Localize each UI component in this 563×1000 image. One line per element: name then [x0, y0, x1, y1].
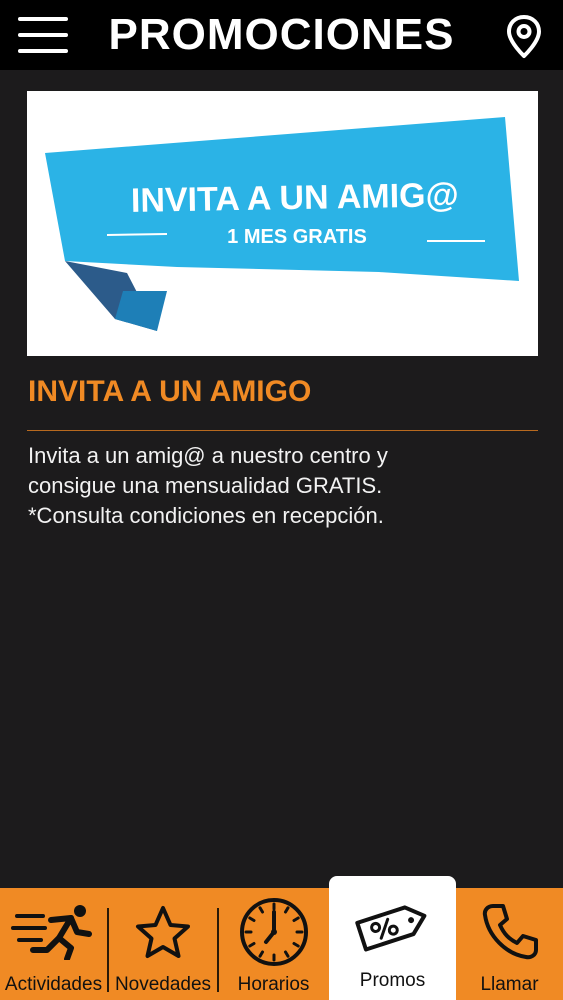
- nav-label-promos: Promos: [359, 970, 426, 991]
- nav-item-horarios[interactable]: Horarios: [219, 888, 328, 1000]
- nav-label-novedades: Novedades: [114, 974, 212, 995]
- nav-item-novedades[interactable]: Novedades: [109, 888, 217, 1000]
- runner-icon: [10, 905, 92, 960]
- percent-tag-icon: [354, 905, 426, 952]
- bottom-navigation: Actividades Novedades Horarios Promos Ll…: [0, 876, 563, 1000]
- nav-label-actividades: Actividades: [4, 974, 103, 995]
- promo-description: Invita a un amig@ a nuestro centro y con…: [28, 443, 388, 528]
- page-title: PROMOCIONES: [108, 10, 455, 59]
- nav-item-promos[interactable]: Promos: [329, 876, 456, 1000]
- location-button[interactable]: [500, 12, 548, 60]
- phone-icon: [482, 904, 538, 960]
- promo-title: INVITA A UN AMIGO: [28, 375, 312, 408]
- promo-banner: INVITA A UN AMIG@ 1 MES GRATIS: [27, 91, 538, 356]
- banner-line1: INVITA A UN AMIG@: [131, 176, 459, 220]
- top-bar: PROMOCIONES: [0, 0, 563, 70]
- map-pin-icon: [507, 15, 541, 58]
- nav-item-actividades[interactable]: Actividades: [0, 888, 107, 1000]
- clock-icon: [239, 898, 308, 966]
- star-icon: [136, 906, 190, 958]
- nav-label-horarios: Horarios: [237, 974, 310, 995]
- promo-banner-graphic: INVITA A UN AMIG@ 1 MES GRATIS: [45, 117, 519, 331]
- divider: [27, 430, 538, 431]
- nav-item-llamar[interactable]: Llamar: [456, 888, 563, 1000]
- banner-line2: 1 MES GRATIS: [227, 226, 367, 248]
- nav-label-llamar: Llamar: [480, 974, 539, 995]
